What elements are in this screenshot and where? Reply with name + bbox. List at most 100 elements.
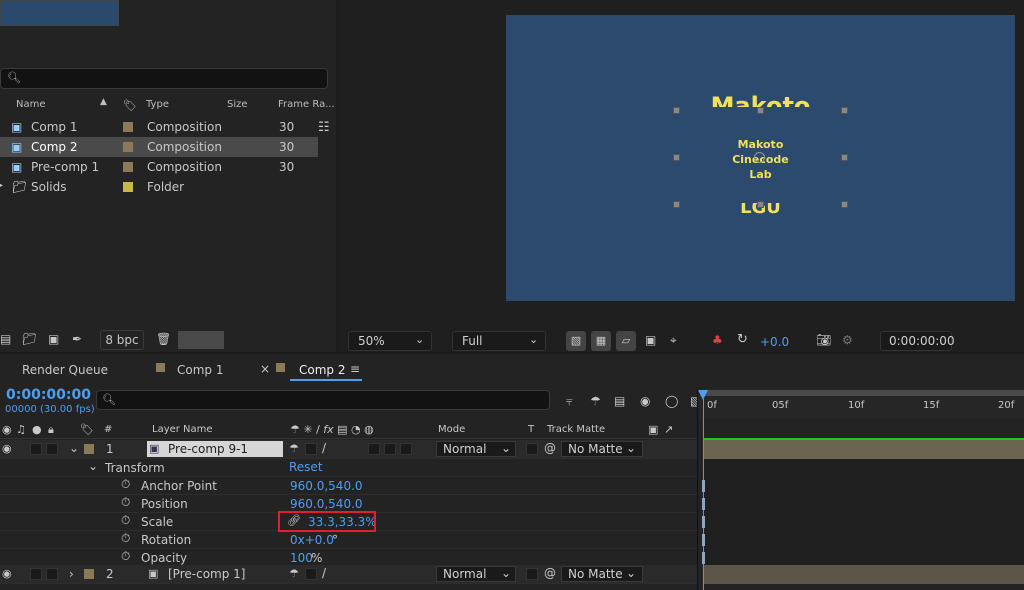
new-composition-icon[interactable]: ▣ bbox=[48, 332, 59, 346]
pick-whip-icon[interactable]: @ bbox=[544, 566, 556, 580]
bpc-button[interactable]: 8 bpc bbox=[100, 330, 144, 350]
property-value[interactable]: 960.0,540.0 bbox=[290, 479, 363, 493]
chevron-right-icon[interactable]: › bbox=[69, 567, 74, 581]
close-tab-icon[interactable]: × bbox=[260, 362, 270, 376]
lock-toggle[interactable] bbox=[46, 443, 58, 455]
tab-menu-icon[interactable]: ≡ bbox=[350, 362, 360, 376]
zoom-dropdown[interactable]: 50% ⌄ bbox=[348, 331, 432, 351]
lock-icon[interactable]: 🔒︎ bbox=[48, 423, 54, 437]
preserve-transparency-toggle[interactable] bbox=[526, 568, 538, 580]
exposure-value[interactable]: +0.0 bbox=[760, 335, 789, 349]
transform-group-row[interactable]: ⌄ Transform Reset bbox=[0, 459, 697, 477]
chevron-down-icon[interactable]: ⌄ bbox=[88, 459, 98, 473]
layer-color-swatch[interactable] bbox=[84, 569, 94, 579]
track-matte-dropdown[interactable]: No Matte ⌄ bbox=[561, 441, 643, 457]
solo-toggle[interactable] bbox=[30, 443, 42, 455]
property-keyframe-marker[interactable] bbox=[702, 498, 705, 510]
layer-mode-dropdown[interactable]: Normal ⌄ bbox=[436, 566, 516, 582]
adjustment-toggle[interactable] bbox=[384, 443, 396, 455]
column-frame-rate[interactable]: Frame Ra... bbox=[278, 99, 335, 110]
grid-guides-icon[interactable]: ⌖ bbox=[670, 333, 677, 348]
mask-visibility-icon[interactable]: ▱ bbox=[616, 331, 636, 351]
project-search-input[interactable]: 🔍︎ bbox=[0, 68, 328, 89]
transform-handle-tl[interactable] bbox=[673, 107, 680, 114]
transform-handle-bc[interactable] bbox=[757, 201, 764, 208]
project-item-3[interactable]: ▣ Pre-comp 1 Composition 30 bbox=[0, 157, 318, 177]
property-keyframe-marker[interactable] bbox=[702, 480, 705, 492]
interpret-footage-icon[interactable]: ▤ bbox=[0, 332, 11, 346]
tab-render-queue[interactable]: Render Queue bbox=[22, 363, 108, 377]
composition-frame[interactable]: Makoto Makoto Cinecode Lab LGU bbox=[506, 15, 1015, 301]
adjust-settings-icon[interactable]: ✒ bbox=[72, 332, 82, 346]
column-size[interactable]: Size bbox=[227, 99, 248, 110]
tab-comp-1[interactable]: Comp 1 bbox=[177, 363, 223, 377]
3d-layer-toggle[interactable] bbox=[400, 443, 412, 455]
label-swatch[interactable] bbox=[123, 162, 133, 172]
reset-exposure-icon[interactable]: ↻ bbox=[737, 332, 748, 347]
transparency-grid-icon[interactable]: ▦ bbox=[591, 331, 611, 351]
label-tag-icon[interactable]: 🏷︎ bbox=[80, 423, 94, 436]
fast-previews-icon[interactable]: ▧ bbox=[566, 331, 586, 351]
layer-name[interactable]: [Pre-comp 1] bbox=[168, 567, 245, 581]
layer-color-swatch[interactable] bbox=[84, 444, 94, 454]
property-value[interactable]: 100 bbox=[290, 551, 313, 565]
quality-slash-icon[interactable]: / bbox=[322, 441, 326, 455]
layer-row-2[interactable]: ◉ › 2 ▣ [Pre-comp 1] ☂ / Normal ⌄ @ No M… bbox=[0, 565, 697, 584]
viewer-timecode[interactable]: 0:00:00:00 bbox=[880, 331, 955, 351]
transform-handle-bl[interactable] bbox=[673, 201, 680, 208]
label-swatch[interactable] bbox=[123, 122, 133, 132]
trash-icon[interactable]: 🗑︎ bbox=[156, 332, 171, 346]
camera-snapshot-icon[interactable]: 📷︎ bbox=[816, 333, 831, 347]
transform-handle-tr[interactable] bbox=[841, 107, 848, 114]
transform-handle-mr[interactable] bbox=[841, 154, 848, 161]
transform-handle-tc[interactable] bbox=[757, 107, 764, 114]
color-swatch-button[interactable] bbox=[178, 331, 224, 349]
quality-slash-icon[interactable]: / bbox=[322, 566, 326, 580]
current-time-display[interactable]: 0:00:00:00 bbox=[6, 387, 91, 403]
stopwatch-icon[interactable]: ⏱︎ bbox=[121, 549, 130, 564]
resolution-dropdown[interactable]: Full ⌄ bbox=[452, 331, 546, 351]
work-area-bar[interactable] bbox=[704, 390, 1024, 396]
flowchart-icon[interactable]: ☷ bbox=[318, 120, 330, 135]
column-type[interactable]: Type bbox=[146, 99, 169, 110]
project-item-4[interactable]: ▸ 📁︎ Solids Folder bbox=[0, 177, 318, 197]
solo-toggle[interactable] bbox=[30, 568, 42, 580]
stopwatch-icon[interactable]: ⏱︎ bbox=[121, 513, 130, 528]
property-keyframe-marker[interactable] bbox=[702, 552, 705, 564]
column-layer-name[interactable]: Layer Name bbox=[152, 424, 213, 435]
hide-shy-layers-icon[interactable]: ▤ bbox=[614, 394, 625, 408]
layer-2-duration-bar[interactable] bbox=[704, 565, 1024, 584]
tab-comp-2[interactable]: Comp 2 bbox=[299, 363, 345, 377]
label-tag-icon[interactable]: 🏷︎ bbox=[123, 99, 137, 112]
transform-reset-link[interactable]: Reset bbox=[289, 460, 323, 474]
stopwatch-icon[interactable]: ⏱︎ bbox=[121, 495, 130, 510]
solo-icon[interactable]: ● bbox=[32, 423, 42, 436]
lock-toggle[interactable] bbox=[46, 568, 58, 580]
project-item-2[interactable]: ▣ Comp 2 Composition 30 bbox=[0, 137, 318, 157]
stopwatch-icon[interactable]: ⏱︎ bbox=[121, 477, 130, 492]
draft-3d-icon[interactable]: ☂ bbox=[590, 394, 601, 408]
comp-mini-flowchart-icon[interactable]: ⫧ bbox=[566, 394, 573, 409]
region-of-interest-icon[interactable]: ▣ bbox=[645, 333, 656, 347]
collapse-transform-icon[interactable]: ☂ bbox=[289, 567, 299, 580]
property-keyframe-marker[interactable] bbox=[702, 516, 705, 528]
project-item-1[interactable]: ▣ Comp 1 Composition 30 bbox=[0, 117, 318, 137]
track-matte-dropdown[interactable]: No Matte ⌄ bbox=[561, 566, 643, 582]
motion-blur-icon[interactable]: ◯ bbox=[665, 394, 678, 408]
frame-blending-icon[interactable]: ◉ bbox=[640, 394, 650, 408]
timeline-search-input[interactable]: 🔍︎ bbox=[96, 390, 550, 410]
chevron-right-icon[interactable]: ▸ bbox=[0, 180, 3, 191]
quality-toggle[interactable] bbox=[305, 443, 317, 455]
column-name[interactable]: Name bbox=[16, 99, 46, 110]
preserve-transparency-toggle[interactable] bbox=[526, 443, 538, 455]
property-row-anchor-point[interactable]: ⏱︎ Anchor Point 960.0,540.0 bbox=[0, 477, 697, 495]
transform-handle-ml[interactable] bbox=[673, 154, 680, 161]
sort-asc-icon[interactable]: ▲ bbox=[100, 97, 107, 107]
property-keyframe-marker[interactable] bbox=[702, 534, 705, 546]
eye-icon[interactable]: ◉ bbox=[2, 442, 12, 455]
keyframe-area[interactable] bbox=[704, 459, 1024, 565]
collapse-transform-icon[interactable]: ☂ bbox=[289, 442, 299, 455]
channels-icon[interactable]: ♣ bbox=[712, 333, 723, 347]
stopwatch-icon[interactable]: ⏱︎ bbox=[121, 531, 130, 546]
constrain-proportions-icon[interactable]: 🔗︎ bbox=[287, 514, 301, 527]
